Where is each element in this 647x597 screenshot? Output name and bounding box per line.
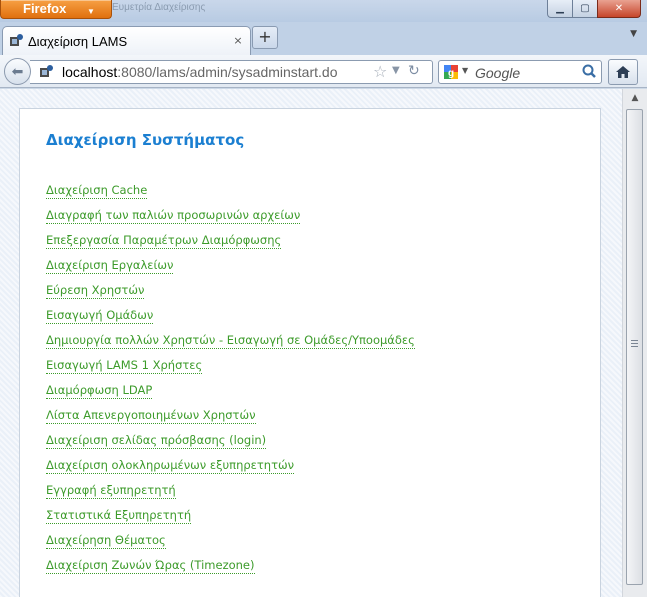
scroll-thumb[interactable] xyxy=(626,109,643,585)
scroll-grip xyxy=(631,340,638,349)
admin-link[interactable]: Εγγραφή εξυπηρετητή xyxy=(46,483,176,499)
list-item: Εγγραφή εξυπηρετητή xyxy=(46,479,415,504)
tab-title: Διαχείριση LAMS xyxy=(28,33,128,49)
admin-link[interactable]: Διαχείριση Cache xyxy=(46,183,148,199)
admin-link[interactable]: Λίστα Απενεργοποιημένων Χρηστών xyxy=(46,408,256,424)
list-item: Δημιουργία πολλών Χρηστών - Εισαγωγή σε … xyxy=(46,329,415,354)
admin-link[interactable]: Διαχείριση Εργαλείων xyxy=(46,258,174,274)
scroll-up-arrow-icon[interactable]: ▲ xyxy=(623,89,647,107)
admin-link[interactable]: Διαχείριση Ζωνών Ώρας (Timezone) xyxy=(46,558,255,574)
navigation-bar: localhost:8080/lams/admin/sysadminstart.… xyxy=(0,55,647,88)
list-item: Στατιστικά Εξυπηρετητή xyxy=(46,504,415,529)
svg-text:g: g xyxy=(448,68,454,79)
site-identity-icon xyxy=(40,65,53,77)
admin-link[interactable]: Στατιστικά Εξυπηρετητή xyxy=(46,508,192,524)
tab-strip: Διαχείριση LAMS × xyxy=(0,22,647,55)
home-button[interactable] xyxy=(608,59,638,85)
list-item: Διαχείριση Εργαλείων xyxy=(46,254,415,279)
google-logo-icon[interactable]: g xyxy=(443,64,459,80)
reload-icon[interactable]: ↻ xyxy=(408,63,420,79)
firefox-menu-arrow-icon: ▼ xyxy=(87,7,95,16)
bookmark-star-icon[interactable]: ☆ xyxy=(373,62,387,81)
url-path: :8080/lams/admin/sysadminstart.do xyxy=(117,64,338,80)
admin-link[interactable]: Διαμόρφωση LDAP xyxy=(46,383,153,399)
admin-link[interactable]: Εισαγωγή LAMS 1 Χρήστες xyxy=(46,358,203,374)
list-item: Εισαγωγή LAMS 1 Χρήστες xyxy=(46,354,415,379)
new-tab-button[interactable]: + xyxy=(252,26,278,49)
list-item: Διαμόρφωση LDAP xyxy=(46,379,415,404)
admin-link[interactable]: Εύρεση Χρηστών xyxy=(46,283,145,299)
title-bar: Firefox ▼ Ευμετρία Διαχείρισης ▁ ▢ ✕ xyxy=(0,0,647,22)
tab-active[interactable]: Διαχείριση LAMS × xyxy=(2,26,251,55)
list-item: Διαγραφή των παλιών προσωρινών αρχείων xyxy=(46,204,415,229)
window-controls: ▁ ▢ ✕ xyxy=(547,0,641,18)
url-text: localhost:8080/lams/admin/sysadminstart.… xyxy=(62,64,337,80)
admin-link[interactable]: Διαχείριση ολοκληρωμένων εξυπηρετητών xyxy=(46,458,295,474)
admin-link[interactable]: Επεξεργασία Παραμέτρων Διαμόρφωσης xyxy=(46,233,282,249)
url-host: localhost xyxy=(62,64,118,80)
content-panel: Διαχείριση Συστήματος Διαχείριση Cache Δι… xyxy=(19,108,601,597)
admin-link[interactable]: Δημιουργία πολλών Χρηστών - Εισαγωγή σε … xyxy=(46,333,415,349)
minimize-button[interactable]: ▁ xyxy=(547,0,573,18)
page-title: Διαχείριση Συστήματος xyxy=(46,131,245,149)
search-engine-dropdown-icon[interactable]: ▼ xyxy=(462,66,468,75)
page-viewport: Διαχείριση Συστήματος Διαχείριση Cache Δι… xyxy=(0,89,622,597)
list-item: Διαχείριση Cache xyxy=(46,179,415,204)
vertical-scrollbar[interactable]: ▲ xyxy=(622,89,647,597)
url-bar[interactable]: localhost:8080/lams/admin/sysadminstart.… xyxy=(30,60,433,84)
admin-link[interactable]: Διαγραφή των παλιών προσωρινών αρχείων xyxy=(46,208,301,224)
favicon-icon xyxy=(10,34,23,46)
list-item: Διαχείριση Ζωνών Ώρας (Timezone) xyxy=(46,554,415,579)
back-button[interactable]: ⬅ xyxy=(4,58,31,85)
list-item: Επεξεργασία Παραμέτρων Διαμόρφωσης xyxy=(46,229,415,254)
list-item: Διαχείριση σελίδας πρόσβασης (login) xyxy=(46,429,415,454)
list-item: Εύρεση Χρηστών xyxy=(46,279,415,304)
close-window-button[interactable]: ✕ xyxy=(597,0,641,18)
maximize-button[interactable]: ▢ xyxy=(572,0,598,18)
list-all-tabs-icon[interactable]: ▼ xyxy=(630,29,637,39)
back-arrow-icon: ⬅ xyxy=(11,63,24,80)
admin-link[interactable]: Εισαγωγή Ομάδων xyxy=(46,308,154,324)
admin-link[interactable]: Διαχείρηση Θέματος xyxy=(46,533,166,549)
home-icon xyxy=(616,66,630,78)
list-item: Λίστα Απενεργοποιημένων Χρηστών xyxy=(46,404,415,429)
window-ghost-title: Ευμετρία Διαχείρισης xyxy=(112,2,206,13)
url-history-dropdown-icon[interactable]: ▼ xyxy=(392,65,400,76)
firefox-menu-button[interactable]: Firefox ▼ xyxy=(0,0,112,19)
list-item: Διαχείριση ολοκληρωμένων εξυπηρετητών xyxy=(46,454,415,479)
admin-link[interactable]: Διαχείριση σελίδας πρόσβασης (login) xyxy=(46,433,267,449)
list-item: Εισαγωγή Ομάδων xyxy=(46,304,415,329)
tab-close-icon[interactable]: × xyxy=(232,35,244,47)
firefox-menu-label: Firefox xyxy=(23,1,67,16)
admin-links-list: Διαχείριση Cache Διαγραφή των παλιών προσ… xyxy=(46,179,415,579)
search-bar[interactable]: g ▼ Google xyxy=(438,60,602,84)
list-item: Διαχείρηση Θέματος xyxy=(46,529,415,554)
search-magnifier-icon[interactable] xyxy=(581,63,597,79)
search-placeholder: Google xyxy=(475,65,521,81)
